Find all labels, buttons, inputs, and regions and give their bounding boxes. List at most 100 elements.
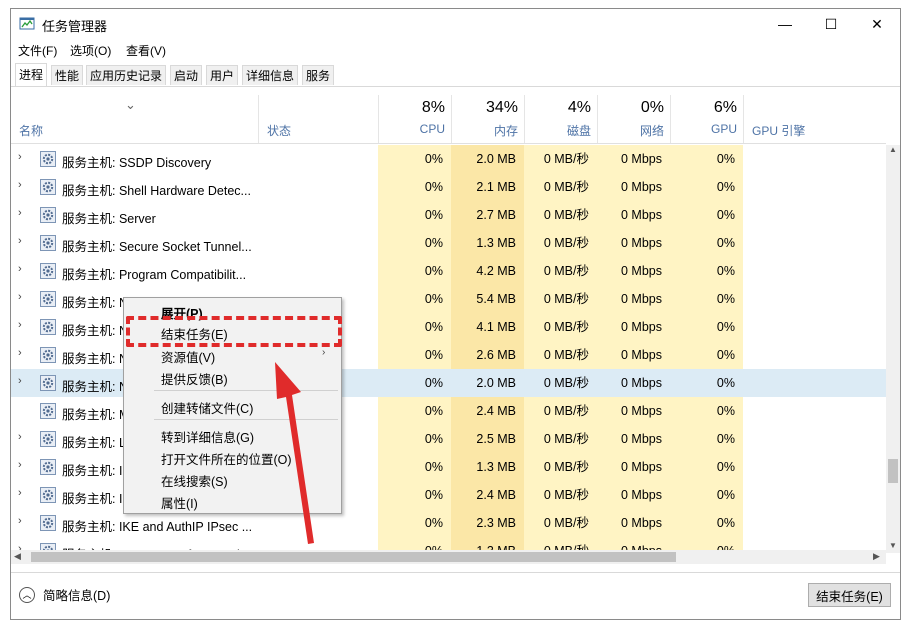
tab-details[interactable]: 详细信息 (242, 65, 299, 85)
gpu-cell: 0% (670, 397, 743, 425)
disk-cell: 0 MB/秒 (524, 425, 597, 453)
network-cell: 0 Mbps (597, 453, 670, 481)
scroll-down-icon[interactable]: ▼ (889, 541, 897, 550)
network-cell: 0 Mbps (597, 509, 670, 537)
table-row[interactable]: › 服务主机: Server 0% 2.7 MB 0 MB/秒 0 Mbps 0% (11, 201, 886, 229)
memory-cell: 2.1 MB (451, 173, 524, 201)
process-name: 服务主机: IP (62, 492, 131, 506)
table-row[interactable]: › 服务主机: Secure Socket Tunnel... 0% 1.3 MB 0 … (11, 229, 886, 257)
table-row[interactable]: › 服务主机: Shell Hardware Detec... 0% 2.1 MB 0 … (11, 173, 886, 201)
network-cell: 0 Mbps (597, 257, 670, 285)
expand-chevron-icon[interactable]: › (18, 459, 28, 471)
column-name[interactable]: 名称 (11, 95, 258, 143)
tab-processes[interactable]: 进程 (15, 63, 48, 86)
column-memory[interactable]: 34% 内存 (451, 95, 524, 143)
expand-chevron-icon[interactable]: › (18, 347, 28, 359)
process-name: 服务主机: IP (62, 464, 131, 478)
ctx-resource-values[interactable]: 资源值(V) (161, 347, 215, 366)
expand-chevron-icon[interactable]: › (18, 515, 28, 527)
column-gpu-engine[interactable]: GPU 引擎 (743, 95, 886, 143)
gear-icon (40, 235, 56, 251)
memory-cell: 2.4 MB (451, 397, 524, 425)
gpu-cell: 0% (670, 285, 743, 313)
expand-chevron-icon[interactable]: › (18, 487, 28, 499)
gear-icon (40, 179, 56, 195)
annotation-highlight-box (126, 316, 342, 347)
close-button[interactable]: ✕ (854, 9, 900, 39)
cpu-cell: 0% (378, 397, 451, 425)
column-gpu[interactable]: 6% GPU (670, 95, 743, 143)
ctx-feedback[interactable]: 提供反馈(B) (161, 369, 228, 388)
vertical-scrollbar[interactable]: ▲ ▼ (886, 145, 900, 553)
gpu-cell: 0% (670, 145, 743, 173)
brief-info-toggle[interactable]: ︿ 简略信息(D) (19, 585, 110, 604)
column-disk[interactable]: 4% 磁盘 (524, 95, 597, 143)
column-cpu[interactable]: 8% CPU (378, 95, 451, 143)
ctx-go-details[interactable]: 转到详细信息(G) (161, 427, 254, 446)
gpu-cell: 0% (670, 369, 743, 397)
expand-chevron-icon[interactable]: › (18, 291, 28, 303)
tab-bar: 进程 性能 应用历史记录 启动 用户 详细信息 服务 (11, 63, 900, 87)
expand-chevron-icon[interactable]: › (18, 319, 28, 331)
scroll-right-icon[interactable]: ▶ (873, 551, 880, 562)
gear-icon (40, 263, 56, 279)
menu-file[interactable]: 文件(F) (18, 42, 57, 59)
disk-cell: 0 MB/秒 (524, 453, 597, 481)
column-header: ⌄ 名称 状态 8% CPU 34% 内存 4% 磁盘 0% 网络 6% GPU… (11, 95, 886, 144)
tab-startup[interactable]: 启动 (170, 65, 203, 85)
horizontal-scrollbar[interactable]: ◀ ▶ (11, 550, 886, 564)
process-name: 服务主机: SSDP Discovery (62, 156, 212, 170)
menu-bar: 文件(F) 选项(O) 查看(V) (11, 39, 900, 59)
end-task-button[interactable]: 结束任务(E) (808, 583, 891, 607)
vertical-scroll-thumb[interactable] (888, 459, 898, 483)
expand-chevron-icon[interactable]: › (18, 151, 28, 163)
table-row[interactable]: › 服务主机: SSDP Discovery 0% 2.0 MB 0 MB/秒 0 Mbp… (11, 145, 886, 173)
network-cell: 0 Mbps (597, 397, 670, 425)
network-cell: 0 Mbps (597, 425, 670, 453)
tab-services[interactable]: 服务 (302, 65, 335, 85)
tab-users[interactable]: 用户 (206, 65, 239, 85)
annotation-arrow (275, 362, 314, 544)
ctx-search-online[interactable]: 在线搜索(S) (161, 471, 228, 490)
expand-chevron-icon[interactable]: › (18, 375, 28, 387)
minimize-button[interactable]: — (762, 9, 808, 39)
menu-view[interactable]: 查看(V) (126, 42, 166, 59)
expand-chevron-icon[interactable]: › (18, 179, 28, 191)
column-status[interactable]: 状态 (258, 95, 378, 143)
cpu-cell: 0% (378, 509, 451, 537)
scroll-up-icon[interactable]: ▲ (889, 145, 897, 154)
ctx-properties[interactable]: 属性(I) (161, 493, 198, 512)
expand-chevron-icon[interactable]: › (18, 235, 28, 247)
cpu-percent: 8% (421, 99, 445, 116)
process-name: 服务主机: M (62, 408, 130, 422)
disk-cell: 0 MB/秒 (524, 229, 597, 257)
expand-chevron-icon[interactable]: › (18, 431, 28, 443)
gpu-cell: 0% (670, 201, 743, 229)
gpu-cell: 0% (670, 341, 743, 369)
expand-chevron-icon[interactable]: › (18, 207, 28, 219)
tab-performance[interactable]: 性能 (51, 65, 84, 85)
expand-chevron-icon[interactable]: › (18, 263, 28, 275)
disk-cell: 0 MB/秒 (524, 201, 597, 229)
tab-app-history[interactable]: 应用历史记录 (86, 65, 167, 85)
ctx-create-dump[interactable]: 创建转储文件(C) (161, 398, 253, 417)
maximize-icon: ☐ (824, 15, 838, 32)
gear-icon (40, 431, 56, 447)
network-cell: 0 Mbps (597, 341, 670, 369)
menu-options[interactable]: 选项(O) (70, 42, 111, 59)
scroll-left-icon[interactable]: ◀ (14, 551, 21, 562)
gpu-cell: 0% (670, 173, 743, 201)
column-network[interactable]: 0% 网络 (597, 95, 670, 143)
network-cell: 0 Mbps (597, 285, 670, 313)
table-row[interactable]: › 服务主机: Program Compatibilit... 0% 4.2 MB 0 … (11, 257, 886, 285)
memory-cell: 4.2 MB (451, 257, 524, 285)
cpu-cell: 0% (378, 369, 451, 397)
horizontal-scroll-thumb[interactable] (31, 552, 676, 562)
maximize-button[interactable]: ☐ (808, 9, 854, 39)
gear-icon (40, 487, 56, 503)
memory-cell: 2.3 MB (451, 509, 524, 537)
memory-cell: 1.3 MB (451, 229, 524, 257)
gear-icon (40, 291, 56, 307)
gpu-cell: 0% (670, 313, 743, 341)
window-title: 任务管理器 (42, 19, 108, 34)
